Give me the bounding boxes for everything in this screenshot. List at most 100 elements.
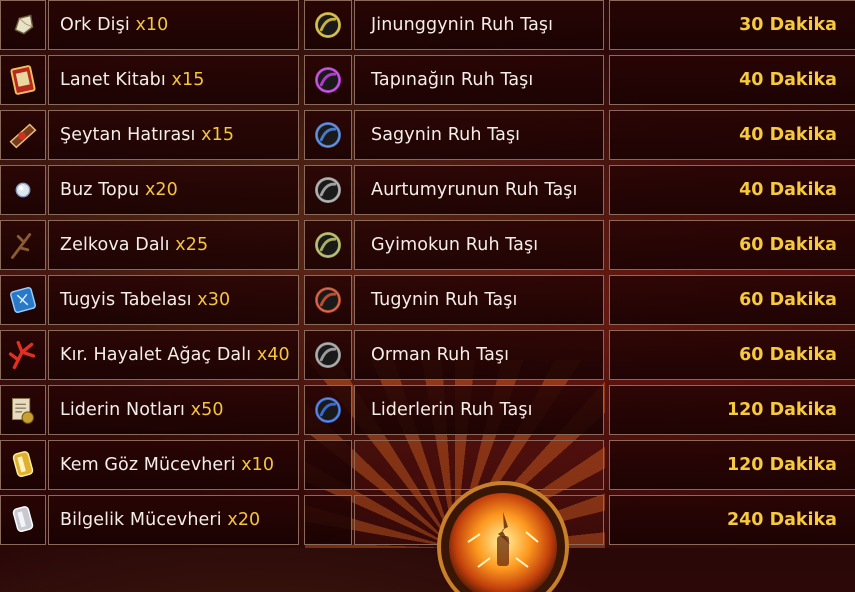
material-cell: Tugyis Tabelası x30 [48, 275, 299, 325]
duration-value: 60 Dakika [739, 290, 837, 310]
table-row: Ork Dişi x10 Jinunggynin Ruh Taşı 30 Dakik… [0, 0, 855, 50]
duration-value: 60 Dakika [739, 235, 837, 255]
material-cell: Kır. Hayalet Ağaç Dalı x40 [48, 330, 299, 380]
material-quantity: x25 [175, 235, 209, 255]
material-label: Ork Dişi x10 [60, 1, 168, 49]
olive-spirit-stone-icon [304, 220, 352, 270]
material-name: Buz Topu [60, 180, 140, 200]
duration-cell: 40 Dakika [609, 110, 855, 160]
material-name: Bilgelik Mücevheri [60, 510, 222, 530]
table-row: Liderin Notları x50 Liderlerin Ruh Taşı 12… [0, 385, 855, 435]
material-cell: Liderin Notları x50 [48, 385, 299, 435]
blue-spirit-stone-icon [304, 385, 352, 435]
material-cell: Buz Topu x20 [48, 165, 299, 215]
spirit-stone-cell: Gyimokun Ruh Taşı [354, 220, 604, 270]
material-quantity: x20 [227, 510, 261, 530]
duration-value: 40 Dakika [739, 70, 837, 90]
material-label: Buz Topu x20 [60, 166, 178, 214]
tugyis-tablet-icon [0, 275, 46, 325]
spirit-stone-cell: Liderlerin Ruh Taşı [354, 385, 604, 435]
table-row: Lanet Kitabı x15 Tapınağın Ruh Taşı 40 Dak… [0, 55, 855, 105]
duration-cell: 30 Dakika [609, 0, 855, 50]
table-row: Buz Topu x20 Aurtumyrunun Ruh Taşı 40 Daki… [0, 165, 855, 215]
material-name: Ork Dişi [60, 15, 130, 35]
zelkova-branch-icon [0, 220, 46, 270]
duration-value: 240 Dakika [726, 510, 837, 530]
material-cell: Lanet Kitabı x15 [48, 55, 299, 105]
spirit-stone-name: Sagynin Ruh Taşı [371, 125, 521, 145]
spirit-stone-name: Liderlerin Ruh Taşı [371, 400, 533, 420]
material-quantity: x15 [201, 125, 235, 145]
material-cell: Bilgelik Mücevheri x20 [48, 495, 299, 545]
duration-value: 30 Dakika [739, 15, 837, 35]
spirit-stone-name: Jinunggynin Ruh Taşı [371, 15, 554, 35]
duration-cell: 60 Dakika [609, 330, 855, 380]
material-label: Liderin Notları x50 [60, 386, 224, 434]
spirit-stone-cell: Tugynin Ruh Taşı [354, 275, 604, 325]
red-spirit-stone-icon [304, 275, 352, 325]
material-name: Tugyis Tabelası [60, 290, 192, 310]
gold-spirit-stone-icon [304, 0, 352, 50]
gray-spirit-stone-icon [304, 165, 352, 215]
duration-cell: 60 Dakika [609, 275, 855, 325]
duration-cell: 40 Dakika [609, 55, 855, 105]
curse-book-icon [0, 55, 46, 105]
spirit-stone-cell: Jinunggynin Ruh Taşı [354, 0, 604, 50]
gray-spirit-stone-icon [304, 330, 352, 380]
spirit-stone-name: Orman Ruh Taşı [371, 345, 510, 365]
material-label: Zelkova Dalı x25 [60, 221, 208, 269]
duration-cell: 240 Dakika [609, 495, 855, 545]
material-quantity: x15 [171, 70, 205, 90]
spirit-stone-name: Tapınağın Ruh Taşı [371, 70, 534, 90]
purple-spirit-stone-icon [304, 55, 352, 105]
duration-value: 40 Dakika [739, 125, 837, 145]
material-cell: Ork Dişi x10 [48, 0, 299, 50]
spirit-stone-cell: Aurtumyrunun Ruh Taşı [354, 165, 604, 215]
duration-cell: 60 Dakika [609, 220, 855, 270]
material-label: Lanet Kitabı x15 [60, 56, 204, 104]
material-cell: Kem Göz Mücevheri x10 [48, 440, 299, 490]
material-quantity: x10 [241, 455, 275, 475]
table-row: Kır. Hayalet Ağaç Dalı x40 Orman Ruh Taşı… [0, 330, 855, 380]
refine-table: Ork Dişi x10 Jinunggynin Ruh Taşı 30 Dakik… [0, 0, 855, 548]
material-label: Bilgelik Mücevheri x20 [60, 496, 260, 544]
leader-notes-icon [0, 385, 46, 435]
material-name: Zelkova Dalı [60, 235, 170, 255]
material-quantity: x30 [197, 290, 231, 310]
material-label: Tugyis Tabelası x30 [60, 276, 230, 324]
material-quantity: x20 [144, 180, 178, 200]
spirit-stone-cell: Tapınağın Ruh Taşı [354, 55, 604, 105]
table-row: Tugyis Tabelası x30 Tugynin Ruh Taşı 60 Da… [0, 275, 855, 325]
spirit-stone-cell: Sagynin Ruh Taşı [354, 110, 604, 160]
material-name: Kem Göz Mücevheri [60, 455, 236, 475]
evil-eye-jewel-icon [0, 440, 46, 490]
spirit-stone-name: Aurtumyrunun Ruh Taşı [371, 180, 578, 200]
empty-icon-slot [304, 495, 352, 545]
material-name: Lanet Kitabı [60, 70, 166, 90]
spirit-stone-name: Tugynin Ruh Taşı [371, 290, 518, 310]
duration-cell: 120 Dakika [609, 385, 855, 435]
material-name: Kır. Hayalet Ağaç Dalı [60, 345, 252, 365]
ice-ball-icon [0, 165, 46, 215]
material-name: Şeytan Hatırası [60, 125, 196, 145]
table-row: Zelkova Dalı x25 Gyimokun Ruh Taşı 60 Daki… [0, 220, 855, 270]
ork-tooth-icon [0, 0, 46, 50]
material-label: Şeytan Hatırası x15 [60, 111, 234, 159]
material-name: Liderin Notları [60, 400, 185, 420]
duration-cell: 40 Dakika [609, 165, 855, 215]
duration-value: 40 Dakika [739, 180, 837, 200]
duration-value: 120 Dakika [726, 455, 837, 475]
material-quantity: x10 [135, 15, 169, 35]
flame-emblem-icon [437, 481, 569, 592]
wisdom-jewel-icon [0, 495, 46, 545]
material-cell: Şeytan Hatırası x15 [48, 110, 299, 160]
material-quantity: x50 [190, 400, 224, 420]
material-cell: Zelkova Dalı x25 [48, 220, 299, 270]
material-label: Kır. Hayalet Ağaç Dalı x40 [60, 331, 290, 379]
demon-memento-icon [0, 110, 46, 160]
empty-icon-slot [304, 440, 352, 490]
material-label: Kem Göz Mücevheri x10 [60, 441, 274, 489]
spirit-stone-cell: Orman Ruh Taşı [354, 330, 604, 380]
duration-value: 120 Dakika [726, 400, 837, 420]
spirit-stone-name: Gyimokun Ruh Taşı [371, 235, 539, 255]
